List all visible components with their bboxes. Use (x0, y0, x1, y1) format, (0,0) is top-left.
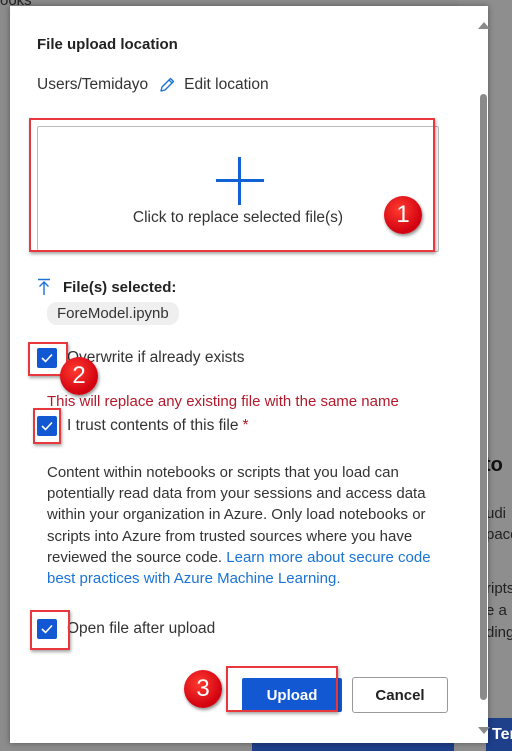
upload-arrow-icon (38, 278, 50, 295)
trust-description: Content within notebooks or scripts that… (47, 462, 447, 589)
cancel-button[interactable]: Cancel (352, 677, 448, 713)
open-after-checkbox-row[interactable]: Open file after upload (37, 619, 215, 639)
checkmark-icon (41, 624, 53, 634)
checkmark-icon (41, 421, 53, 431)
trust-checkbox[interactable] (37, 416, 57, 436)
dropzone-label: Click to replace selected file(s) (132, 209, 344, 226)
callout-badge-2: 2 (60, 357, 98, 395)
scroll-down-arrow-icon[interactable] (478, 727, 490, 734)
file-dropzone[interactable]: Click to replace selected file(s) (37, 126, 439, 252)
checkmark-icon (41, 353, 53, 363)
location-row: Users/Temidayo Edit location (37, 76, 269, 94)
overwrite-checkbox[interactable] (37, 348, 57, 368)
edit-location-link[interactable]: Edit location (184, 76, 268, 94)
trust-checkbox-row[interactable]: I trust contents of this file * (37, 416, 249, 436)
open-after-upload-checkbox[interactable] (37, 619, 57, 639)
plus-icon (216, 157, 264, 205)
overwrite-warning: This will replace any existing file with… (47, 393, 399, 410)
callout-badge-3: 3 (184, 670, 222, 708)
files-selected-label: File(s) selected: (63, 278, 177, 296)
scroll-thumb[interactable] (480, 94, 487, 700)
scrollbar[interactable] (476, 18, 490, 738)
pencil-icon[interactable] (158, 76, 176, 94)
dialog-title: File upload location (37, 36, 178, 53)
scroll-up-arrow-icon[interactable] (478, 22, 490, 29)
upload-button[interactable]: Upload (242, 678, 342, 712)
location-path: Users/Temidayo (37, 76, 149, 93)
trust-label: I trust contents of this file (67, 417, 239, 434)
files-selected-heading: File(s) selected: (37, 278, 176, 296)
selected-file-chip: ForeModel.ipynb (47, 302, 179, 325)
required-marker: * (242, 417, 249, 434)
callout-badge-1: 1 (384, 196, 422, 234)
open-after-label: Open file after upload (67, 620, 216, 637)
